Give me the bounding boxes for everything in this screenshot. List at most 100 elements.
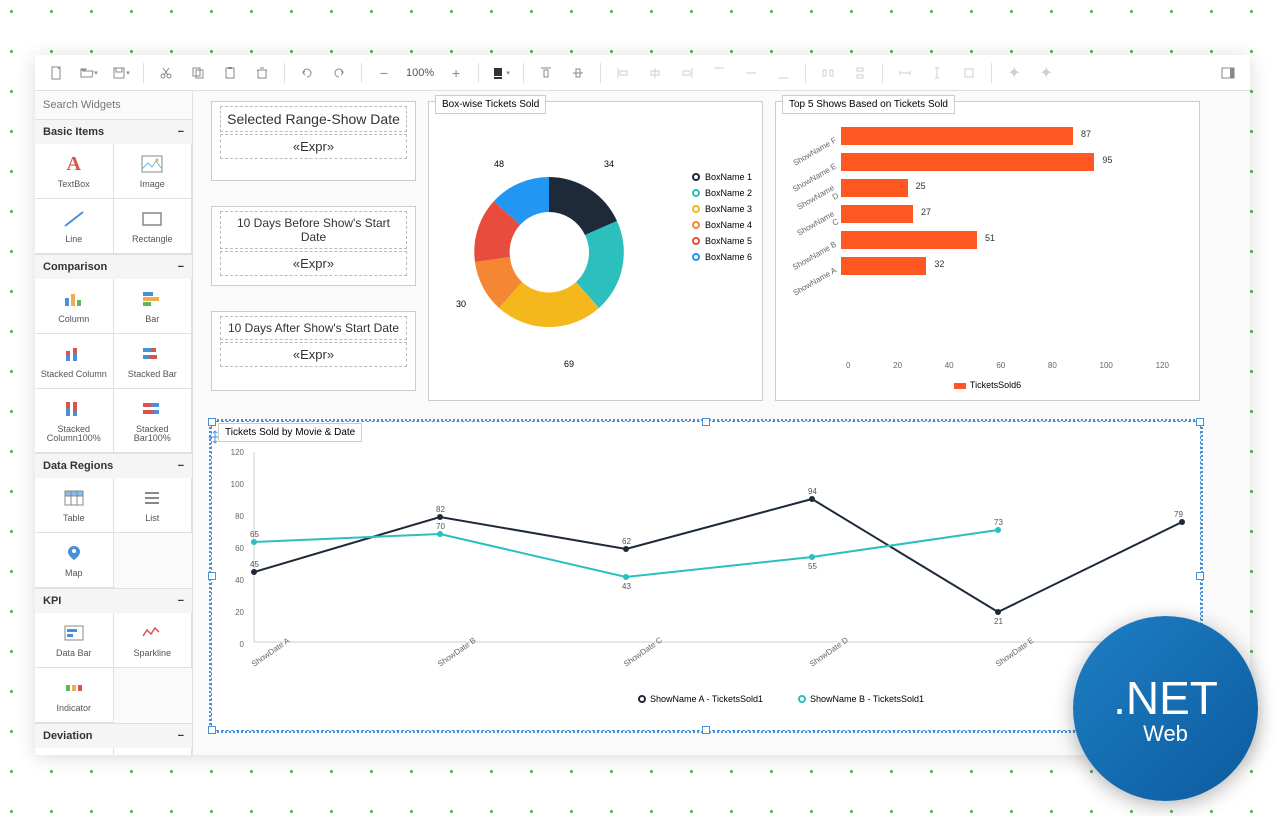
delete-button[interactable] — [248, 59, 276, 87]
align-top-button[interactable] — [532, 59, 560, 87]
databar-icon — [62, 621, 86, 645]
svg-text:80: 80 — [235, 512, 244, 521]
open-button[interactable]: ▾ — [75, 59, 103, 87]
svg-text:ShowDate B: ShowDate B — [436, 636, 478, 669]
svg-text:ShowName A - TicketsSold1: ShowName A - TicketsSold1 — [650, 694, 763, 704]
svg-text:43: 43 — [622, 582, 631, 591]
new-file-button[interactable] — [43, 59, 71, 87]
chart-donut[interactable]: Box-wise Tickets Sold 48 34 69 30 — [428, 101, 763, 401]
undo-button[interactable] — [293, 59, 321, 87]
sparkline-icon — [140, 621, 164, 645]
widget-image[interactable]: Image — [114, 144, 193, 199]
svg-text:30: 30 — [456, 299, 466, 309]
chart-hbar[interactable]: Top 5 Shows Based on Tickets Sold ShowNa… — [775, 101, 1200, 401]
widget-table[interactable]: Table — [35, 478, 114, 533]
widget-rectangle[interactable]: Rectangle — [114, 199, 193, 254]
svg-text:70: 70 — [436, 522, 445, 531]
textbox-after[interactable]: 10 Days After Show's Start Date «Expr» — [211, 311, 416, 391]
svg-text:ShowDate D: ShowDate D — [808, 635, 850, 668]
badge-title: .NET — [1113, 671, 1218, 725]
textbox-icon: A — [62, 152, 86, 176]
svg-text:0: 0 — [240, 640, 245, 649]
widget-databar[interactable]: Data Bar — [35, 613, 114, 668]
widget-sparkline[interactable]: Sparkline — [114, 613, 193, 668]
donut-svg: 48 34 69 30 — [434, 122, 664, 372]
svg-text:ShowDate E: ShowDate E — [994, 636, 1036, 669]
chart-line[interactable]: Tickets Sold by Movie & Date 12010080604… — [211, 421, 1201, 731]
size-v-button[interactable] — [923, 59, 951, 87]
widget-stacked-bar[interactable]: Stacked Bar — [114, 334, 193, 389]
stacked-column-icon — [62, 342, 86, 366]
svg-text:69: 69 — [564, 359, 574, 369]
section-deviation[interactable]: Deviation− — [35, 724, 192, 748]
zoom-in-button[interactable]: + — [442, 59, 470, 87]
section-comparison[interactable]: Comparison− — [35, 255, 192, 279]
align-vbot-button[interactable] — [769, 59, 797, 87]
fill-color-button[interactable]: ▾ — [487, 59, 515, 87]
designer-window: ▾ ▾ − 100% + ▾ ✦ ✦ — [35, 55, 1250, 755]
align-center-button[interactable] — [641, 59, 669, 87]
section-kpi[interactable]: KPI− — [35, 589, 192, 613]
widget-stacked-column[interactable]: Stacked Column — [35, 334, 114, 389]
widget-bar[interactable]: Bar — [114, 279, 193, 334]
center-v-button[interactable]: ✦ — [1032, 59, 1060, 87]
widget-stacked-column-100[interactable]: Stacked Column100% — [35, 389, 114, 454]
widget-column[interactable]: Column — [35, 279, 114, 334]
widget-indicator[interactable]: Indicator — [35, 668, 114, 723]
size-h-button[interactable] — [891, 59, 919, 87]
svg-text:62: 62 — [622, 537, 631, 546]
collapse-icon: − — [178, 595, 184, 607]
chart-title: Tickets Sold by Movie & Date — [218, 423, 362, 442]
redo-button[interactable] — [325, 59, 353, 87]
save-button[interactable]: ▾ — [107, 59, 135, 87]
svg-text:48: 48 — [494, 159, 504, 169]
stacked-bar-100-icon — [140, 397, 164, 421]
table-icon — [62, 486, 86, 510]
textbox-before[interactable]: 10 Days Before Show's Start Date «Expr» — [211, 206, 416, 286]
copy-button[interactable] — [184, 59, 212, 87]
align-vtop-button[interactable] — [705, 59, 733, 87]
cut-button[interactable] — [152, 59, 180, 87]
svg-text:82: 82 — [436, 505, 445, 514]
rectangle-icon — [140, 207, 164, 231]
svg-text:34: 34 — [604, 159, 614, 169]
column-icon — [62, 287, 86, 311]
text-expr: «Expr» — [220, 134, 407, 159]
line-icon — [62, 207, 86, 231]
widget-gauge[interactable] — [35, 748, 114, 755]
chart-title: Box-wise Tickets Sold — [435, 95, 546, 114]
search-input[interactable] — [39, 95, 189, 115]
textbox-range[interactable]: Selected Range-Show Date «Expr» — [211, 101, 416, 181]
widget-range[interactable] — [114, 748, 193, 755]
widget-list[interactable]: List — [114, 478, 193, 533]
zoom-out-button[interactable]: − — [370, 59, 398, 87]
size-both-button[interactable] — [955, 59, 983, 87]
toolbar: ▾ ▾ − 100% + ▾ ✦ ✦ — [35, 55, 1250, 91]
dist-h-button[interactable] — [814, 59, 842, 87]
line-svg: 120100806040200 4565 8270 6243 9455 2173… — [222, 442, 1192, 722]
collapse-icon: − — [178, 460, 184, 472]
center-h-button[interactable]: ✦ — [1000, 59, 1028, 87]
align-vmid-button[interactable] — [737, 59, 765, 87]
align-right-button[interactable] — [673, 59, 701, 87]
widget-stacked-bar-100[interactable]: Stacked Bar100% — [114, 389, 193, 454]
section-data-regions[interactable]: Data Regions− — [35, 454, 192, 478]
widget-line[interactable]: Line — [35, 199, 114, 254]
map-icon — [62, 541, 86, 565]
section-basic-items[interactable]: Basic Items− — [35, 120, 192, 144]
svg-text:ShowDate C: ShowDate C — [622, 635, 664, 668]
align-left-button[interactable] — [609, 59, 637, 87]
list-icon — [140, 486, 164, 510]
dist-v-button[interactable] — [846, 59, 874, 87]
paste-button[interactable] — [216, 59, 244, 87]
zoom-level: 100% — [402, 67, 438, 79]
collapse-icon: − — [178, 126, 184, 138]
widget-textbox[interactable]: ATextBox — [35, 144, 114, 199]
image-icon — [140, 152, 164, 176]
panel-toggle-button[interactable] — [1214, 59, 1242, 87]
svg-text:45: 45 — [250, 560, 259, 569]
widget-map[interactable]: Map — [35, 533, 114, 588]
svg-text:73: 73 — [994, 518, 1003, 527]
bar-icon — [140, 287, 164, 311]
align-middle-button[interactable] — [564, 59, 592, 87]
